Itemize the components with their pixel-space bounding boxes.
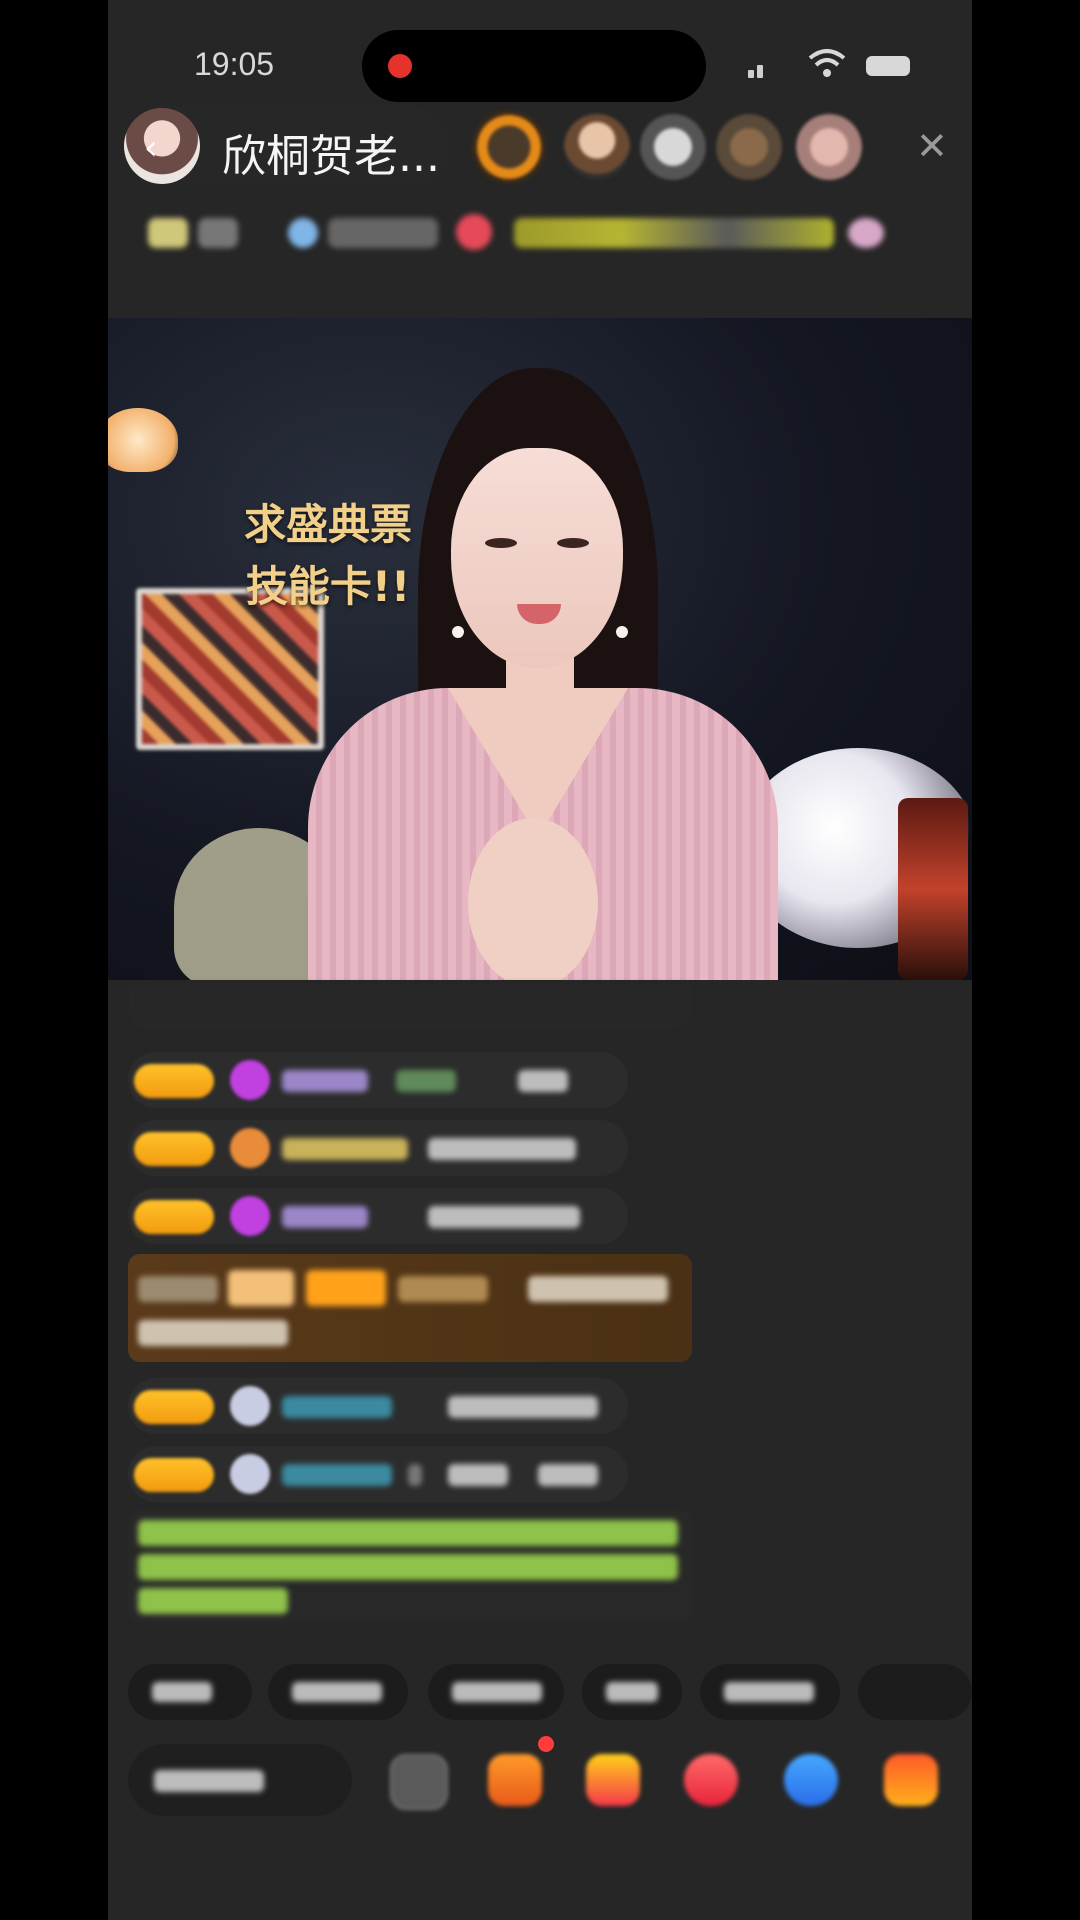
- battery-icon: [866, 56, 910, 76]
- earring: [452, 626, 464, 638]
- lamp-light: [108, 408, 178, 472]
- live-room-screen: 19:05 ‹ 欣桐贺老... ✕ 求盛典票 技能卡!!: [108, 0, 972, 1920]
- notification-dot: [538, 1736, 554, 1752]
- earring: [616, 626, 628, 638]
- user-avatar: [230, 1386, 270, 1426]
- quick-reply-chip[interactable]: [858, 1664, 972, 1720]
- viewer-avatar[interactable]: [716, 114, 782, 180]
- level-badge: [134, 1458, 214, 1492]
- fan-badge-icon: [230, 1128, 270, 1168]
- gift-box-icon[interactable]: [586, 1754, 640, 1806]
- status-bar: 19:05: [108, 0, 972, 110]
- anchor-name[interactable]: 欣桐贺老...: [222, 120, 440, 184]
- viewer-avatar[interactable]: [640, 114, 706, 180]
- wifi-icon: [808, 49, 846, 77]
- dynamic-island: [362, 30, 706, 102]
- anchor-avatar[interactable]: [124, 108, 200, 184]
- quick-reply-chip[interactable]: [582, 1664, 682, 1720]
- chat-notice: [128, 984, 692, 1030]
- streamer-hands: [468, 818, 598, 980]
- status-time: 19:05: [194, 46, 275, 82]
- caption-line: 求盛典票: [243, 500, 412, 549]
- decor-bottle: [898, 798, 968, 980]
- level-badge: [134, 1200, 214, 1234]
- quick-reply-chip[interactable]: [128, 1664, 252, 1720]
- activity-icon[interactable]: [488, 1754, 542, 1806]
- shop-icon[interactable]: [784, 1754, 838, 1806]
- quick-reply-chip[interactable]: [700, 1664, 840, 1720]
- chat-message[interactable]: [128, 1120, 628, 1176]
- recording-indicator-icon: [388, 54, 412, 78]
- video-caption: 求盛典票 技能卡!!: [218, 494, 438, 618]
- comment-input[interactable]: [128, 1744, 352, 1816]
- close-icon[interactable]: ✕: [916, 124, 948, 168]
- diamond-icon: [230, 1060, 270, 1100]
- back-icon[interactable]: ‹: [144, 128, 158, 168]
- chat-message[interactable]: [128, 1446, 628, 1502]
- viewer-avatar[interactable]: [796, 114, 862, 180]
- room-info-row: [128, 208, 888, 264]
- level-badge: [134, 1132, 214, 1166]
- user-avatar: [230, 1454, 270, 1494]
- caption-line: 技能卡!!: [245, 562, 411, 611]
- game-icon[interactable]: [684, 1754, 738, 1806]
- system-message: [128, 1510, 692, 1622]
- diamond-icon: [230, 1196, 270, 1236]
- viewer-avatar[interactable]: [472, 110, 546, 184]
- chat-message[interactable]: [128, 1052, 628, 1108]
- gift-icon[interactable]: [884, 1754, 938, 1806]
- chat-message[interactable]: [128, 1378, 628, 1434]
- quick-reply-chip[interactable]: [428, 1664, 564, 1720]
- emoji-icon[interactable]: [390, 1754, 448, 1810]
- chat-list[interactable]: [108, 980, 972, 1640]
- cellular-signal-icon: [748, 52, 778, 78]
- viewer-avatar[interactable]: [564, 114, 630, 180]
- chat-message[interactable]: [128, 1188, 628, 1244]
- level-badge: [134, 1064, 214, 1098]
- level-badge: [134, 1390, 214, 1424]
- live-video[interactable]: 求盛典票 技能卡!!: [108, 318, 972, 980]
- quick-reply-chip[interactable]: [268, 1664, 408, 1720]
- streamer-face: [451, 448, 623, 668]
- system-message: [128, 1254, 692, 1362]
- top-viewers-list: [460, 106, 920, 190]
